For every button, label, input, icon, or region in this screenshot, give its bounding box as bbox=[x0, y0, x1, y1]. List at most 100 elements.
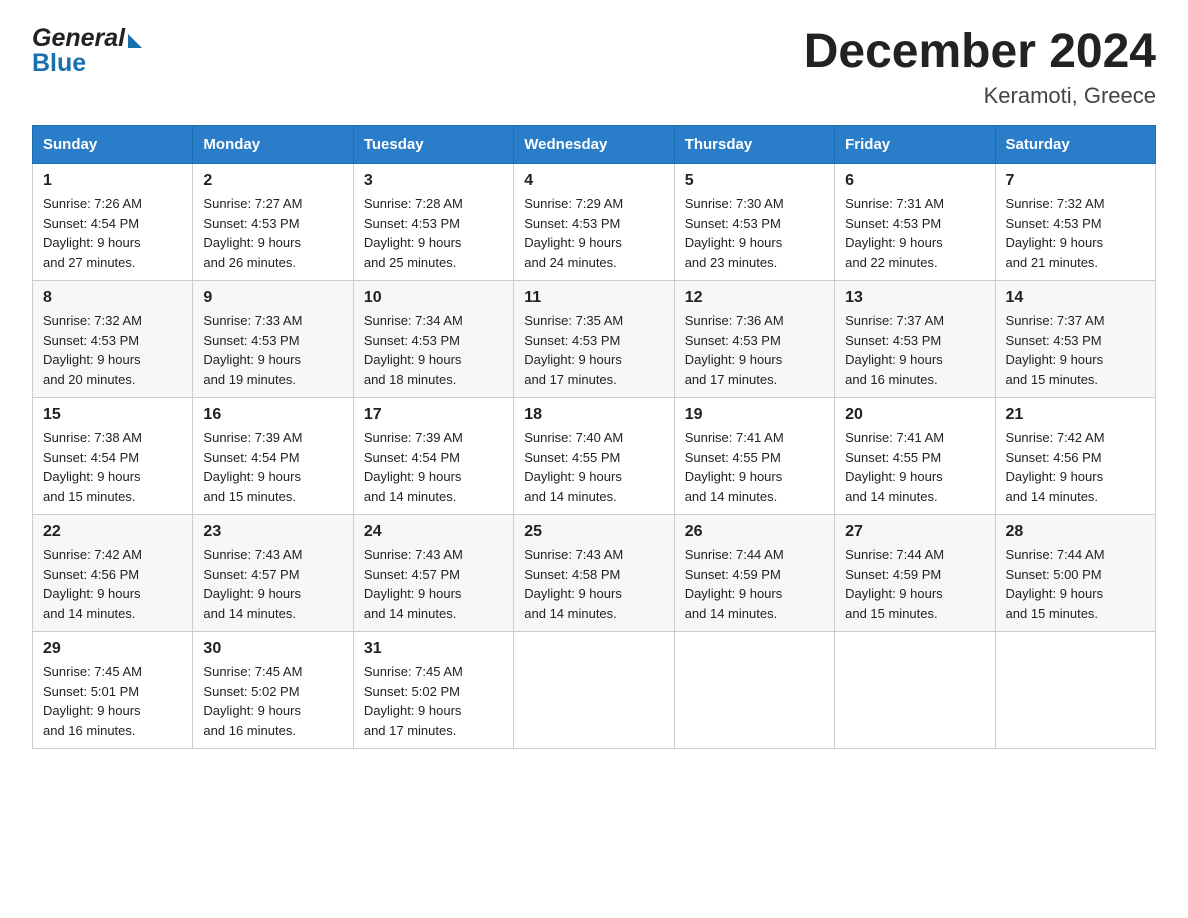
day-number: 12 bbox=[685, 289, 824, 307]
day-info: Sunrise: 7:41 AM Sunset: 4:55 PM Dayligh… bbox=[845, 428, 984, 506]
header-row: Sunday Monday Tuesday Wednesday Thursday… bbox=[33, 126, 1156, 164]
page-header: General Blue December 2024 Keramoti, Gre… bbox=[32, 24, 1156, 109]
day-cell: 20 Sunrise: 7:41 AM Sunset: 4:55 PM Dayl… bbox=[835, 398, 995, 515]
day-number: 10 bbox=[364, 289, 503, 307]
day-cell: 14 Sunrise: 7:37 AM Sunset: 4:53 PM Dayl… bbox=[995, 281, 1155, 398]
day-cell: 29 Sunrise: 7:45 AM Sunset: 5:01 PM Dayl… bbox=[33, 632, 193, 749]
calendar-table: Sunday Monday Tuesday Wednesday Thursday… bbox=[32, 125, 1156, 749]
day-info: Sunrise: 7:37 AM Sunset: 4:53 PM Dayligh… bbox=[1006, 311, 1145, 389]
day-cell: 28 Sunrise: 7:44 AM Sunset: 5:00 PM Dayl… bbox=[995, 515, 1155, 632]
day-cell: 17 Sunrise: 7:39 AM Sunset: 4:54 PM Dayl… bbox=[353, 398, 513, 515]
day-info: Sunrise: 7:44 AM Sunset: 5:00 PM Dayligh… bbox=[1006, 545, 1145, 623]
day-info: Sunrise: 7:29 AM Sunset: 4:53 PM Dayligh… bbox=[524, 194, 663, 272]
day-number: 2 bbox=[203, 172, 342, 190]
day-number: 25 bbox=[524, 523, 663, 541]
day-number: 19 bbox=[685, 406, 824, 424]
day-info: Sunrise: 7:45 AM Sunset: 5:02 PM Dayligh… bbox=[364, 662, 503, 740]
day-cell: 9 Sunrise: 7:33 AM Sunset: 4:53 PM Dayli… bbox=[193, 281, 353, 398]
day-cell: 8 Sunrise: 7:32 AM Sunset: 4:53 PM Dayli… bbox=[33, 281, 193, 398]
day-cell: 24 Sunrise: 7:43 AM Sunset: 4:57 PM Dayl… bbox=[353, 515, 513, 632]
day-number: 29 bbox=[43, 640, 182, 658]
day-cell: 16 Sunrise: 7:39 AM Sunset: 4:54 PM Dayl… bbox=[193, 398, 353, 515]
day-number: 9 bbox=[203, 289, 342, 307]
day-number: 27 bbox=[845, 523, 984, 541]
week-row-3: 15 Sunrise: 7:38 AM Sunset: 4:54 PM Dayl… bbox=[33, 398, 1156, 515]
day-number: 21 bbox=[1006, 406, 1145, 424]
day-info: Sunrise: 7:32 AM Sunset: 4:53 PM Dayligh… bbox=[43, 311, 182, 389]
day-info: Sunrise: 7:45 AM Sunset: 5:02 PM Dayligh… bbox=[203, 662, 342, 740]
day-cell: 3 Sunrise: 7:28 AM Sunset: 4:53 PM Dayli… bbox=[353, 164, 513, 281]
day-cell: 19 Sunrise: 7:41 AM Sunset: 4:55 PM Dayl… bbox=[674, 398, 834, 515]
day-cell: 7 Sunrise: 7:32 AM Sunset: 4:53 PM Dayli… bbox=[995, 164, 1155, 281]
day-number: 31 bbox=[364, 640, 503, 658]
day-info: Sunrise: 7:39 AM Sunset: 4:54 PM Dayligh… bbox=[364, 428, 503, 506]
day-cell: 13 Sunrise: 7:37 AM Sunset: 4:53 PM Dayl… bbox=[835, 281, 995, 398]
col-tuesday: Tuesday bbox=[353, 126, 513, 164]
day-number: 1 bbox=[43, 172, 182, 190]
week-row-1: 1 Sunrise: 7:26 AM Sunset: 4:54 PM Dayli… bbox=[33, 164, 1156, 281]
day-info: Sunrise: 7:33 AM Sunset: 4:53 PM Dayligh… bbox=[203, 311, 342, 389]
day-cell: 11 Sunrise: 7:35 AM Sunset: 4:53 PM Dayl… bbox=[514, 281, 674, 398]
day-number: 16 bbox=[203, 406, 342, 424]
day-info: Sunrise: 7:36 AM Sunset: 4:53 PM Dayligh… bbox=[685, 311, 824, 389]
week-row-2: 8 Sunrise: 7:32 AM Sunset: 4:53 PM Dayli… bbox=[33, 281, 1156, 398]
week-row-4: 22 Sunrise: 7:42 AM Sunset: 4:56 PM Dayl… bbox=[33, 515, 1156, 632]
day-info: Sunrise: 7:42 AM Sunset: 4:56 PM Dayligh… bbox=[1006, 428, 1145, 506]
day-cell: 21 Sunrise: 7:42 AM Sunset: 4:56 PM Dayl… bbox=[995, 398, 1155, 515]
day-number: 8 bbox=[43, 289, 182, 307]
day-info: Sunrise: 7:35 AM Sunset: 4:53 PM Dayligh… bbox=[524, 311, 663, 389]
day-number: 6 bbox=[845, 172, 984, 190]
day-cell: 10 Sunrise: 7:34 AM Sunset: 4:53 PM Dayl… bbox=[353, 281, 513, 398]
day-info: Sunrise: 7:43 AM Sunset: 4:58 PM Dayligh… bbox=[524, 545, 663, 623]
day-cell bbox=[674, 632, 834, 749]
day-info: Sunrise: 7:43 AM Sunset: 4:57 PM Dayligh… bbox=[364, 545, 503, 623]
week-row-5: 29 Sunrise: 7:45 AM Sunset: 5:01 PM Dayl… bbox=[33, 632, 1156, 749]
day-number: 4 bbox=[524, 172, 663, 190]
day-number: 30 bbox=[203, 640, 342, 658]
day-info: Sunrise: 7:44 AM Sunset: 4:59 PM Dayligh… bbox=[845, 545, 984, 623]
day-cell: 26 Sunrise: 7:44 AM Sunset: 4:59 PM Dayl… bbox=[674, 515, 834, 632]
col-saturday: Saturday bbox=[995, 126, 1155, 164]
day-number: 3 bbox=[364, 172, 503, 190]
day-cell: 15 Sunrise: 7:38 AM Sunset: 4:54 PM Dayl… bbox=[33, 398, 193, 515]
day-info: Sunrise: 7:32 AM Sunset: 4:53 PM Dayligh… bbox=[1006, 194, 1145, 272]
day-info: Sunrise: 7:43 AM Sunset: 4:57 PM Dayligh… bbox=[203, 545, 342, 623]
day-info: Sunrise: 7:38 AM Sunset: 4:54 PM Dayligh… bbox=[43, 428, 182, 506]
day-number: 24 bbox=[364, 523, 503, 541]
day-cell bbox=[835, 632, 995, 749]
col-wednesday: Wednesday bbox=[514, 126, 674, 164]
calendar-body: 1 Sunrise: 7:26 AM Sunset: 4:54 PM Dayli… bbox=[33, 164, 1156, 749]
day-info: Sunrise: 7:45 AM Sunset: 5:01 PM Dayligh… bbox=[43, 662, 182, 740]
day-number: 20 bbox=[845, 406, 984, 424]
day-number: 7 bbox=[1006, 172, 1145, 190]
day-info: Sunrise: 7:39 AM Sunset: 4:54 PM Dayligh… bbox=[203, 428, 342, 506]
day-number: 5 bbox=[685, 172, 824, 190]
logo-triangle-icon bbox=[128, 34, 142, 48]
day-cell: 6 Sunrise: 7:31 AM Sunset: 4:53 PM Dayli… bbox=[835, 164, 995, 281]
day-cell: 31 Sunrise: 7:45 AM Sunset: 5:02 PM Dayl… bbox=[353, 632, 513, 749]
day-cell: 25 Sunrise: 7:43 AM Sunset: 4:58 PM Dayl… bbox=[514, 515, 674, 632]
day-number: 11 bbox=[524, 289, 663, 307]
calendar-subtitle: Keramoti, Greece bbox=[804, 83, 1156, 109]
col-monday: Monday bbox=[193, 126, 353, 164]
day-cell: 2 Sunrise: 7:27 AM Sunset: 4:53 PM Dayli… bbox=[193, 164, 353, 281]
day-info: Sunrise: 7:30 AM Sunset: 4:53 PM Dayligh… bbox=[685, 194, 824, 272]
day-cell bbox=[514, 632, 674, 749]
day-info: Sunrise: 7:42 AM Sunset: 4:56 PM Dayligh… bbox=[43, 545, 182, 623]
day-info: Sunrise: 7:28 AM Sunset: 4:53 PM Dayligh… bbox=[364, 194, 503, 272]
day-number: 15 bbox=[43, 406, 182, 424]
calendar-header: Sunday Monday Tuesday Wednesday Thursday… bbox=[33, 126, 1156, 164]
calendar-title: December 2024 bbox=[804, 24, 1156, 79]
day-cell: 5 Sunrise: 7:30 AM Sunset: 4:53 PM Dayli… bbox=[674, 164, 834, 281]
day-cell: 4 Sunrise: 7:29 AM Sunset: 4:53 PM Dayli… bbox=[514, 164, 674, 281]
day-info: Sunrise: 7:37 AM Sunset: 4:53 PM Dayligh… bbox=[845, 311, 984, 389]
day-info: Sunrise: 7:44 AM Sunset: 4:59 PM Dayligh… bbox=[685, 545, 824, 623]
logo-blue: Blue bbox=[32, 49, 86, 78]
day-number: 26 bbox=[685, 523, 824, 541]
day-info: Sunrise: 7:27 AM Sunset: 4:53 PM Dayligh… bbox=[203, 194, 342, 272]
day-number: 14 bbox=[1006, 289, 1145, 307]
title-block: December 2024 Keramoti, Greece bbox=[804, 24, 1156, 109]
day-info: Sunrise: 7:40 AM Sunset: 4:55 PM Dayligh… bbox=[524, 428, 663, 506]
day-number: 23 bbox=[203, 523, 342, 541]
day-cell: 30 Sunrise: 7:45 AM Sunset: 5:02 PM Dayl… bbox=[193, 632, 353, 749]
